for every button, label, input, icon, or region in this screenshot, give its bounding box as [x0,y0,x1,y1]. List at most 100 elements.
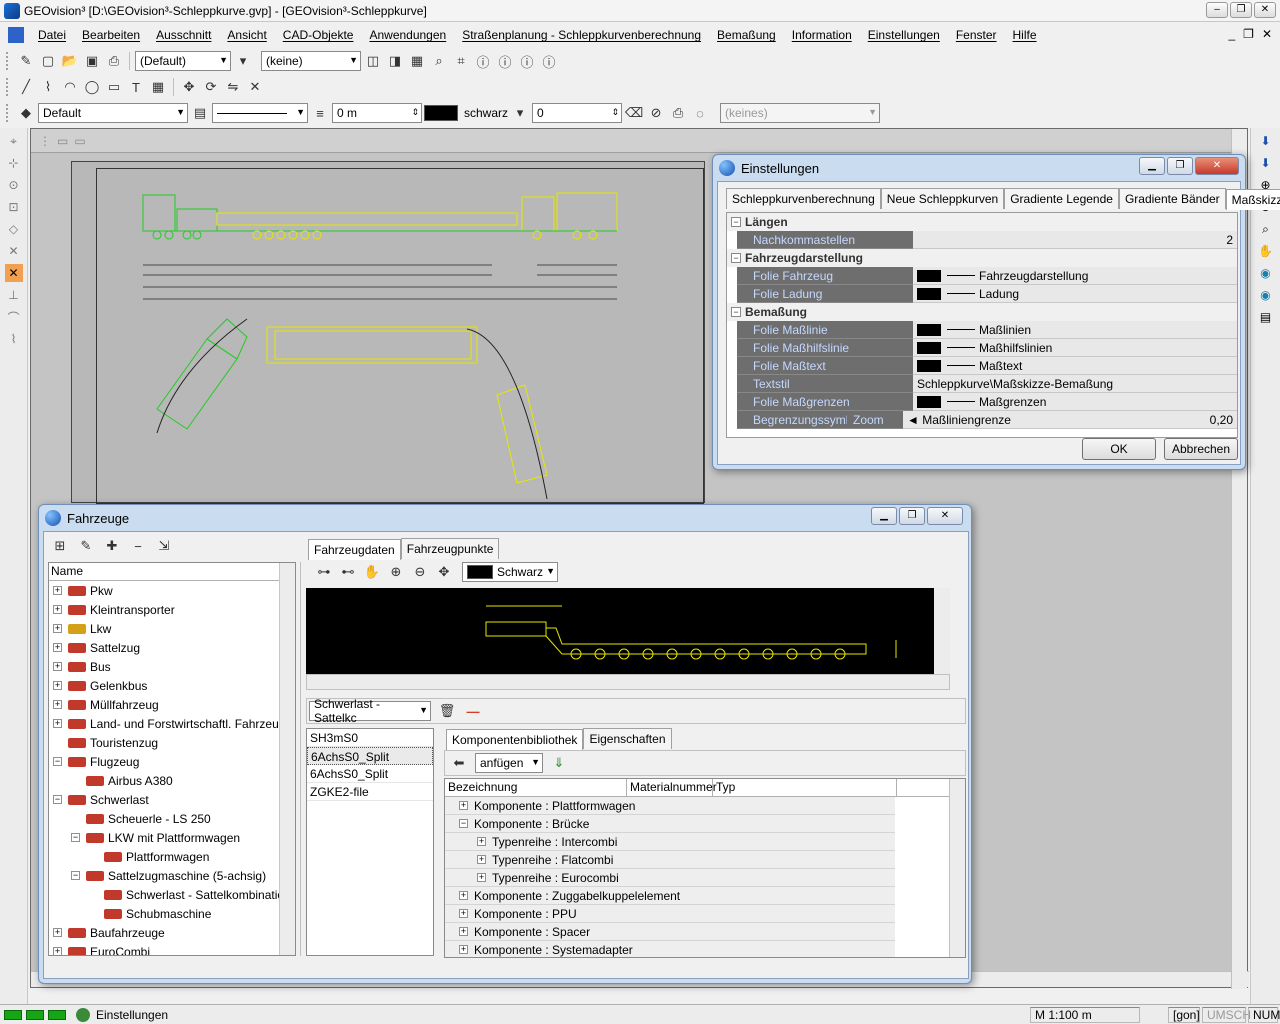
expand-toggle-icon[interactable]: + [53,719,62,728]
info-icon[interactable]: ⓘ [473,51,493,71]
zoom-in-icon[interactable]: ⊕ [386,562,406,582]
tree-item[interactable]: Schubmaschine [49,904,295,923]
property-row[interactable]: Folie Maßtext Maßtext [727,357,1237,375]
arc-icon[interactable]: ◠ [60,77,80,97]
fahrzeuge-maximize-button[interactable]: ❐ [899,507,925,525]
value-field[interactable]: 0 ⇕ [532,103,623,123]
tree-item[interactable]: Scheuerle - LS 250 [49,809,295,828]
tab-eigenschaften[interactable]: Eigenschaften [583,728,672,749]
add-vehicle-icon[interactable]: ⊞ [50,536,70,556]
tab-komponentenbibliothek[interactable]: Komponentenbibliothek [446,729,584,750]
list-item[interactable]: SH3mS0 [307,729,433,747]
toolbar-grip[interactable] [6,104,10,122]
arrow-down-2-icon[interactable]: ⬇ [1257,154,1275,172]
measure-icon[interactable]: ⌗ [451,51,471,71]
maximize-button[interactable]: ❐ [1230,2,1252,18]
list-item-selected[interactable]: 6AchsS0_Split [307,747,433,765]
layer-manager-icon[interactable]: ▤ [190,103,210,123]
scale-indicator[interactable]: M 1:100 m [1030,1007,1140,1023]
layer-combo[interactable]: Default ▼ [38,103,188,123]
toolbar-grip[interactable] [6,78,10,96]
snap-quadrant-icon[interactable]: ◇ [5,220,23,238]
minimize-button[interactable]: – [1206,2,1228,18]
color-picker-icon[interactable]: ▾ [510,103,530,123]
zoom-window-icon[interactable]: ⌕ [1257,220,1275,238]
tab-fahrzeugdaten[interactable]: Fahrzeugdaten [308,539,401,560]
menu-ausschnitt[interactable]: Ausschnitt [148,28,219,42]
einstellungen-minimize-button[interactable]: ▁ [1139,157,1165,175]
rectangle-icon[interactable]: ▭ [104,77,124,97]
einstellungen-close-button[interactable]: ✕ [1195,157,1239,175]
tree-item[interactable]: + Bus [49,657,295,676]
snap-endpoint-icon[interactable]: ⌖ [5,132,23,150]
delete-icon[interactable]: ✕ [245,77,265,97]
category-bemassung[interactable]: − Bemaßung [727,303,1237,321]
menu-datei[interactable]: Datei [30,28,74,42]
info-icon-2[interactable]: ⓘ [495,51,515,71]
menu-strassenplanung[interactable]: Straßenplanung - Schleppkurvenberechnung [454,28,709,42]
preview-hscroll[interactable] [306,674,950,690]
expand-toggle-icon[interactable]: + [53,586,62,595]
tree-item[interactable]: + Lkw [49,619,295,638]
globe-2-icon[interactable]: ◉ [1257,286,1275,304]
property-row[interactable]: Folie Maßgrenzen Maßgrenzen [727,393,1237,411]
preview-trailer-icon[interactable]: ⊷ [338,562,358,582]
zoom-extents-icon[interactable]: ✥ [434,562,454,582]
expand-toggle-icon[interactable]: + [459,927,468,936]
new-file-icon[interactable]: ▢ [38,51,58,71]
expand-toggle-icon[interactable]: + [459,909,468,918]
property-row[interactable]: Folie Ladung Ladung [727,285,1237,303]
list-item[interactable]: ZGKE2-file [307,783,433,801]
tab-schleppkurvenberechnung[interactable]: Schleppkurvenberechnung [726,188,881,209]
mirror-icon[interactable]: ⇋ [223,77,243,97]
hand-icon[interactable]: ✋ [362,562,382,582]
polyline-icon[interactable]: ⌇ [38,77,58,97]
line-icon[interactable]: ╱ [16,77,36,97]
grid-row[interactable]: + Komponente : Plattformwagen [445,797,895,815]
tree-item[interactable]: Touristenzug [49,733,295,752]
column-bezeichnung[interactable]: Bezeichnung [445,779,627,796]
grid-row[interactable]: + Komponente : Spacer [445,923,895,941]
tree-item[interactable]: Airbus A380 [49,771,295,790]
edit-vehicle-icon[interactable]: ✎ [76,536,96,556]
trash-icon[interactable]: 🗑 [437,701,457,721]
tree-item[interactable]: + Sattelzug [49,638,295,657]
expand-toggle-icon[interactable]: − [53,757,62,766]
ok-button[interactable]: OK [1082,438,1156,460]
expand-toggle-icon[interactable]: + [53,662,62,671]
tree-item[interactable]: − Schwerlast [49,790,295,809]
doc-window-icon[interactable]: ▭ [57,134,68,148]
snap-icon[interactable]: ◫ [363,51,383,71]
grid-row[interactable]: + Typenreihe : Eurocombi [445,869,895,887]
expand-toggle-icon[interactable]: − [459,819,468,828]
snap-tangent-icon[interactable]: ⌒ [5,308,23,326]
open-folder-icon[interactable]: 📂 [60,51,80,71]
linewidth-icon[interactable]: ≡ [310,103,330,123]
tab-masskizze[interactable]: Maßskizze [1225,189,1280,210]
tab-fahrzeugpunkte[interactable]: Fahrzeugpunkte [400,538,500,559]
toolbar-grip[interactable] [6,52,10,70]
zoom-out-icon[interactable]: ⊖ [410,562,430,582]
doc-tile-icon[interactable]: ▭ [74,134,85,148]
tree-item[interactable]: − LKW mit Plattformwagen [49,828,295,847]
remove-icon[interactable]: — [463,701,483,721]
text-icon[interactable]: T [126,77,146,97]
grid-row[interactable]: − Komponente : Brücke [445,815,895,833]
column-typ[interactable]: Typ [713,779,897,796]
menu-ansicht[interactable]: Ansicht [219,28,274,42]
snap-node-icon[interactable]: ⊡ [5,198,23,216]
style-combo[interactable]: (Default) ▼ [135,51,231,71]
category-fahrzeugdarstellung[interactable]: − Fahrzeugdarstellung [727,249,1237,267]
eraser-icon[interactable]: ⌫ [624,103,644,123]
remove-vehicle-icon[interactable]: − [128,536,148,556]
linetype-combo[interactable]: ▼ [212,103,308,123]
grid-icon[interactable]: ▦ [407,51,427,71]
snap-center-icon[interactable]: ⊙ [5,176,23,194]
dropdown-icon[interactable]: ▾ [233,51,253,71]
tree-scrollbar[interactable] [279,563,295,955]
expand-toggle-icon[interactable]: − [71,871,80,880]
grid-row[interactable]: + Typenreihe : Flatcombi [445,851,895,869]
tab-gradiente-legende[interactable]: Gradiente Legende [1004,188,1119,209]
rotate-icon[interactable]: ⟳ [201,77,221,97]
circle-icon[interactable]: ◯ [82,77,102,97]
